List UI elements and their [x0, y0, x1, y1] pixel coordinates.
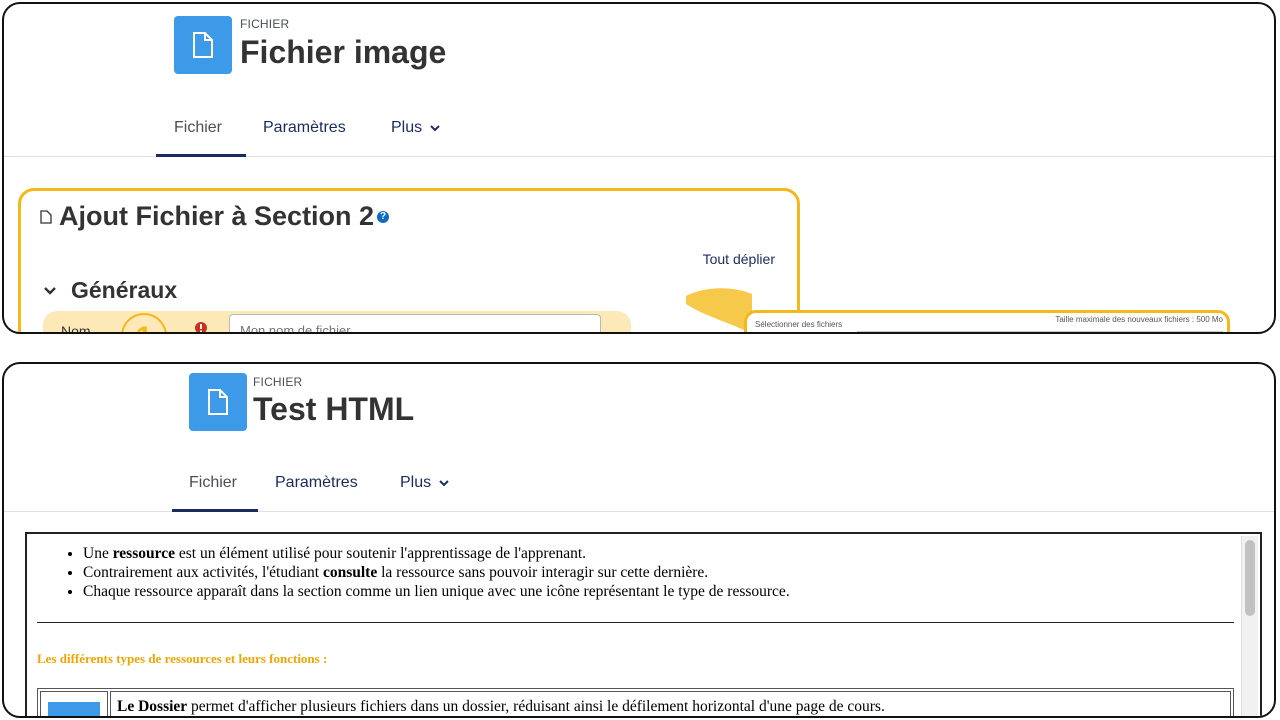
tab-plus[interactable]: Plus	[391, 112, 440, 156]
file-icon	[189, 373, 247, 431]
resource-description: permet d'afficher plusieurs fichiers dan…	[187, 698, 885, 715]
table-cell-icon	[40, 691, 108, 716]
resource-bullets: Une ressource est un élément utilisé pou…	[27, 534, 1238, 601]
name-label: Nom	[61, 323, 91, 334]
html-content: Une ressource est un élément utilisé pou…	[27, 534, 1238, 716]
file-picker[interactable]: Sélectionner des fichiers Taille maximal…	[744, 310, 1230, 334]
name-field-row: Nom 1	[43, 311, 631, 334]
step-badge: 1	[121, 313, 167, 332]
add-file-form: Ajout Fichier à Section 2 ? Tout déplier…	[18, 188, 800, 334]
download-button[interactable]	[908, 333, 926, 334]
resource-types-heading: Les différents types de ressources et le…	[37, 651, 328, 666]
active-tab-indicator	[172, 509, 258, 512]
required-icon	[195, 322, 207, 332]
file-picker-label: Sélectionner des fichiers	[755, 320, 843, 329]
list-item: Une ressource est un élément utilisé pou…	[83, 544, 1238, 563]
name-input[interactable]	[229, 314, 601, 332]
secondary-navigation: Fichier Paramètres Plus	[4, 467, 1274, 512]
panel-test-html: FICHIER Test HTML Fichier Paramètres Plu…	[2, 362, 1276, 718]
vertical-scrollbar[interactable]	[1241, 536, 1258, 716]
page-title: Test HTML	[253, 391, 415, 427]
scrollbar-thumb[interactable]	[1245, 540, 1255, 616]
section-general-title: Généraux	[71, 277, 178, 303]
list-item: Chaque ressource apparaît dans la sectio…	[83, 582, 1238, 601]
tab-plus-label: Plus	[400, 474, 432, 491]
tab-fichier[interactable]: Fichier	[189, 467, 237, 511]
table-cell-description: Le Dossier permet d'afficher plusieurs f…	[110, 691, 1231, 716]
tab-parametres[interactable]: Paramètres	[275, 467, 358, 511]
chevron-down-icon	[429, 125, 440, 132]
html-content-frame[interactable]: Une ressource est un élément utilisé pou…	[25, 532, 1262, 716]
create-folder-button[interactable]	[886, 333, 904, 334]
tab-parametres[interactable]: Paramètres	[263, 112, 346, 156]
help-icon[interactable]: ?	[377, 210, 390, 223]
panel-file-image: FICHIER Fichier image Fichier Paramètres…	[2, 2, 1276, 334]
activity-kind: FICHIER	[253, 375, 303, 389]
secondary-navigation: Fichier Paramètres Plus	[4, 112, 1274, 157]
list-item: Contrairement aux activités, l'étudiant …	[83, 563, 1238, 582]
form-title: Ajout Fichier à Section 2 ?	[39, 201, 390, 232]
resource-types-table: Le Dossier permet d'afficher plusieurs f…	[37, 688, 1234, 716]
page-title: Fichier image	[240, 34, 447, 70]
form-title-text: Ajout Fichier à Section 2	[59, 201, 375, 231]
view-toggle-button[interactable]	[1160, 333, 1216, 334]
active-tab-indicator	[156, 154, 246, 157]
tab-fichier[interactable]: Fichier	[174, 112, 222, 156]
divider	[37, 622, 1234, 623]
add-file-button[interactable]	[864, 333, 882, 334]
section-general-toggle[interactable]: Généraux	[43, 277, 177, 304]
max-size-text: Taille maximale des nouveaux fichiers : …	[1055, 315, 1223, 324]
activity-kind: FICHIER	[240, 17, 290, 31]
folder-icon	[48, 702, 100, 716]
tab-plus[interactable]: Plus	[400, 467, 449, 511]
tab-plus-label: Plus	[391, 119, 423, 136]
document-icon	[40, 209, 52, 224]
file-icon	[174, 16, 232, 74]
file-picker-toolbar	[857, 331, 1223, 334]
resource-name: Le Dossier	[117, 698, 188, 715]
chevron-down-icon	[44, 286, 56, 295]
chevron-down-icon	[438, 480, 449, 487]
expand-all-link[interactable]: Tout déplier	[703, 251, 775, 267]
